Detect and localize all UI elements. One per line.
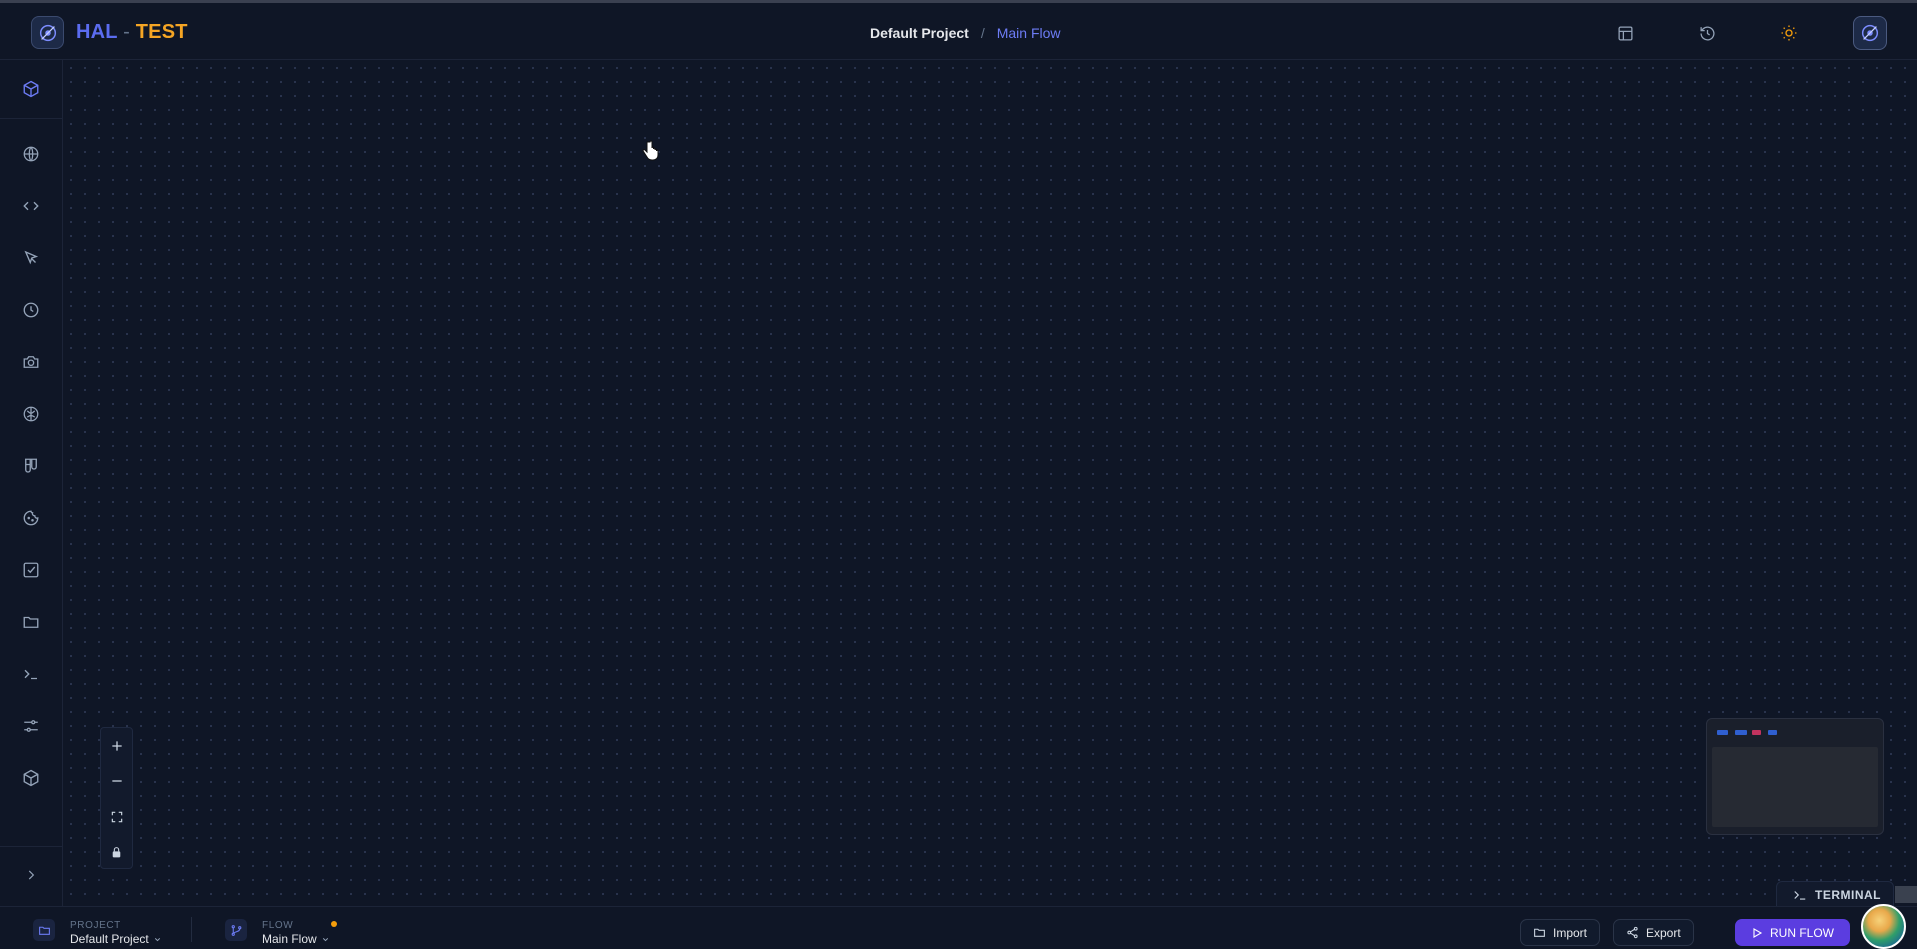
checkbox-icon[interactable]	[18, 557, 44, 583]
test-tubes-icon[interactable]	[18, 453, 44, 479]
brand-hal: HAL	[76, 21, 118, 43]
project-value: Default Project	[70, 932, 149, 946]
history-icon[interactable]	[1696, 22, 1718, 44]
breadcrumb-flow[interactable]: Main Flow	[997, 25, 1061, 41]
minimap-node	[1735, 730, 1747, 735]
import-label: Import	[1553, 925, 1588, 940]
clock-icon[interactable]	[18, 297, 44, 323]
minimap-node	[1717, 730, 1728, 735]
scrollbar-handle[interactable]	[1895, 886, 1917, 903]
brand-test: TEST	[135, 21, 188, 43]
project-folder-icon	[33, 919, 55, 941]
app-avatar-icon[interactable]	[1853, 16, 1887, 50]
lock-icon[interactable]	[101, 835, 132, 870]
breadcrumb-project[interactable]: Default Project	[870, 25, 969, 41]
user-avatar[interactable]	[1861, 904, 1906, 949]
canvas-controls	[100, 727, 133, 869]
logo-icon	[39, 24, 56, 41]
project-label: PROJECT	[70, 920, 121, 931]
brand-dash: -	[123, 21, 130, 43]
bottom-bar: PROJECT Default Project FLOW Main Flow I…	[0, 906, 1917, 949]
fit-view-icon[interactable]	[101, 799, 132, 834]
flow-label: FLOW	[262, 920, 294, 931]
run-flow-label: RUN FLOW	[1770, 925, 1834, 940]
cursor-click-icon[interactable]	[18, 245, 44, 271]
flow-selector[interactable]: Main Flow	[262, 932, 330, 946]
flow-canvas[interactable]	[64, 61, 1917, 906]
package-icon[interactable]	[18, 765, 44, 791]
project-selector[interactable]: Default Project	[70, 932, 162, 946]
share-icon	[1627, 926, 1638, 939]
sidebar-divider	[0, 118, 63, 119]
zoom-in-icon[interactable]	[101, 728, 132, 763]
flow-value: Main Flow	[262, 932, 317, 946]
flow-branch-icon	[225, 919, 247, 941]
cookie-icon[interactable]	[18, 505, 44, 531]
play-icon	[1753, 927, 1763, 938]
folder-icon	[1534, 928, 1545, 937]
brain-icon[interactable]	[18, 401, 44, 427]
globe-icon[interactable]	[18, 141, 44, 167]
minimap-viewport	[1712, 747, 1878, 827]
folder-icon[interactable]	[18, 609, 44, 635]
code-icon[interactable]	[18, 193, 44, 219]
sidebar-divider-bottom	[0, 846, 63, 847]
run-flow-button[interactable]: RUN FLOW	[1735, 919, 1850, 946]
hand-cursor-icon	[641, 140, 659, 162]
cube-icon[interactable]	[18, 76, 44, 102]
minimap[interactable]	[1706, 718, 1884, 835]
chevron-right-icon[interactable]	[18, 862, 44, 888]
top-bar: HAL - TEST Default Project / Main Flow	[0, 0, 1917, 60]
export-label: Export	[1646, 925, 1681, 940]
export-button[interactable]: Export	[1613, 919, 1694, 946]
footer-divider	[191, 917, 192, 942]
terminal-icon[interactable]	[18, 661, 44, 687]
brand-title: HAL - TEST	[76, 21, 188, 44]
sidebar	[0, 60, 63, 906]
camera-icon[interactable]	[18, 349, 44, 375]
minimap-node	[1752, 730, 1761, 735]
breadcrumb-separator: /	[980, 25, 985, 41]
chevron-down-icon	[154, 937, 160, 941]
unsaved-indicator	[331, 921, 337, 927]
terminal-label: TERMINAL	[1815, 887, 1881, 902]
breadcrumb: Default Project / Main Flow	[870, 25, 1061, 41]
layout-icon[interactable]	[1614, 22, 1636, 44]
sliders-icon[interactable]	[18, 713, 44, 739]
minimap-node	[1768, 730, 1777, 735]
app-logo[interactable]	[31, 16, 64, 49]
terminal-prompt-icon	[1794, 890, 1806, 900]
chevron-down-icon	[322, 937, 328, 941]
sun-icon[interactable]	[1778, 22, 1800, 44]
import-button[interactable]: Import	[1520, 919, 1601, 946]
zoom-out-icon[interactable]	[101, 763, 132, 798]
